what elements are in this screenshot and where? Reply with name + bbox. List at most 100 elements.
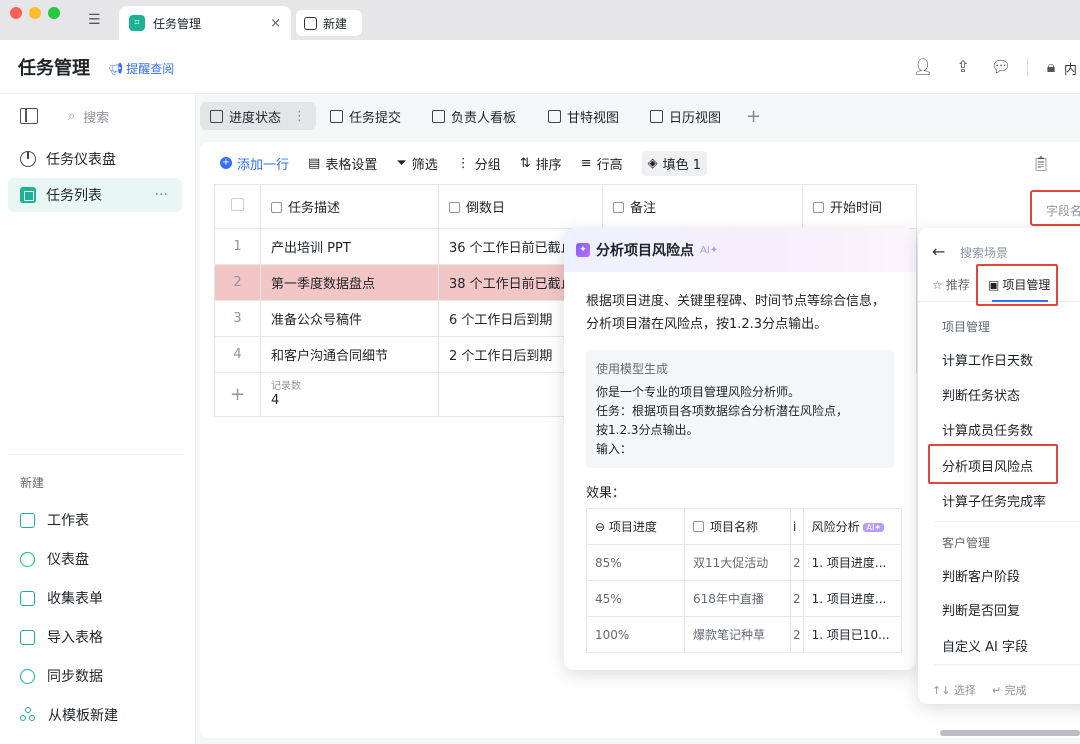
minimize-window-button[interactable] (29, 7, 41, 19)
sidebar-search[interactable]: ⌕ 搜索 (68, 107, 109, 126)
new-form-button[interactable]: 收集表单 (20, 588, 103, 608)
row-height-button[interactable]: ≡ 行高 (581, 154, 623, 173)
remind-button[interactable]: 📢︎ 提醒查阅 (108, 60, 174, 77)
form-icon (20, 590, 35, 606)
cell-desc[interactable]: 第一季度数据盘点 (260, 264, 439, 301)
tab-task-submit[interactable]: 任务提交 (320, 102, 411, 130)
grid-view-icon (210, 109, 223, 123)
share-icon[interactable]: ⇪ (952, 56, 974, 78)
effect-label: 效果： (586, 486, 626, 501)
column-header-note[interactable]: 备注 (602, 184, 803, 229)
scene-item[interactable]: 判断客户阶段 (942, 566, 1020, 585)
window-titlebar: ☰ ⌗ 任务管理 × 新建 (0, 0, 1080, 40)
sync-data-button[interactable]: 同步数据 (20, 666, 103, 686)
progress-field-icon: ⊖ (595, 520, 609, 534)
sidebar: ⌕ 搜索 任务仪表盘 任务列表 ··· 新建 工作表 仪表盘 收集表单 导入表格… (0, 94, 196, 744)
new-dashboard-button[interactable]: 仪表盘 (20, 549, 89, 569)
scene-item[interactable]: 计算成员任务数 (942, 420, 1033, 439)
toolbar-label: 排序 (535, 157, 562, 173)
dashboard-icon (20, 151, 36, 167)
new-item-label: 从模板新建 (48, 708, 118, 724)
permission-label[interactable]: 内 (1064, 59, 1077, 78)
ai-field-preview-popup: ✦ 分析项目风险点 AI✦ 根据项目进度、关键里程碑、时间节点等综合信息，分析项… (564, 228, 916, 670)
cell-desc[interactable]: 和客户沟通合同细节 (260, 336, 439, 373)
tab-label: 任务提交 (349, 110, 402, 126)
add-view-button[interactable]: + (746, 106, 761, 127)
ai-sparkle-icon: ✦ (576, 243, 590, 257)
table-settings-button[interactable]: ▤ 表格设置 (308, 154, 377, 173)
form-view-icon (330, 109, 343, 123)
new-item-label: 工作表 (47, 513, 89, 529)
maximize-window-button[interactable] (48, 7, 60, 19)
select-all-cell[interactable] (214, 184, 261, 229)
more-icon[interactable]: ⋮ (293, 109, 306, 124)
add-member-icon[interactable]: 👤︎ (912, 56, 934, 78)
import-table-button[interactable]: 导入表格 (20, 627, 103, 647)
more-icon[interactable]: ··· (155, 187, 168, 203)
cell-progress: 100% (586, 616, 685, 653)
worksheet-icon (20, 512, 35, 528)
back-arrow-icon[interactable]: ← (932, 242, 945, 261)
column-header-desc[interactable]: 任务描述 (260, 184, 439, 229)
add-row-button[interactable]: + 添加一行 (220, 154, 289, 173)
header-divider (1027, 58, 1028, 76)
filter-icon: ⏷ (396, 155, 407, 171)
column-header-countdown[interactable]: 倒数日 (438, 184, 603, 229)
row-height-icon: ≡ (580, 155, 592, 171)
from-template-button[interactable]: 从模板新建 (20, 705, 118, 725)
checkbox[interactable] (231, 198, 244, 211)
sidebar-item-task-list[interactable]: 任务列表 ··· (8, 178, 182, 212)
fill-color-button[interactable]: ◈ 填色 1 (641, 150, 708, 176)
megaphone-icon: 📢︎ (108, 61, 124, 76)
new-tab-button[interactable]: 新建 (296, 10, 362, 36)
sidebar-toggle-icon[interactable] (20, 108, 38, 124)
kanban-view-icon (432, 109, 445, 123)
paint-bucket-icon: ◈ (647, 155, 658, 171)
row-number: 4 (214, 336, 261, 373)
tab-owner-kanban[interactable]: 负责人看板 (422, 102, 526, 130)
scene-item[interactable]: 计算工作日天数 (942, 350, 1033, 369)
tab-calendar[interactable]: 日历视图 (640, 102, 731, 130)
scene-tab-recommended[interactable]: ☆ 推荐 (932, 276, 970, 293)
cell-hidden: 2 (790, 544, 804, 581)
browser-tab-title: 任务管理 (153, 16, 202, 31)
scene-tabs: ☆ 推荐 ▣ 项目管理 (918, 264, 1080, 306)
tab-gantt[interactable]: 甘特视图 (538, 102, 629, 130)
custom-ai-field-button[interactable]: 自定义 AI 字段 (942, 636, 1028, 655)
tab-label: 负责人看板 (451, 110, 517, 126)
gantt-view-icon (548, 109, 561, 123)
cell-desc[interactable]: 产出培训 PPT (260, 228, 439, 265)
horizontal-scrollbar[interactable] (940, 730, 1080, 736)
group-button[interactable]: ⋮ 分组 (457, 154, 501, 173)
scene-search-input[interactable]: 搜索场景 (960, 244, 1008, 261)
table-toolbar: + 添加一行 ▤ 表格设置 ⏷ 筛选 ⋮ 分组 ⇅ 排序 ≡ 行高 ◈ 填色 1 (200, 142, 1080, 184)
table-header-row: 任务描述 倒数日 备注 开始时间 (214, 184, 917, 229)
scene-divider (934, 664, 1080, 665)
cell-desc[interactable]: 准备公众号稿件 (260, 300, 439, 337)
tab-overview-icon[interactable]: ☰ (88, 12, 108, 30)
column-header-start[interactable]: 开始时间 (802, 184, 917, 229)
scene-item[interactable]: 判断是否回复 (942, 600, 1020, 619)
new-worksheet-button[interactable]: 工作表 (20, 510, 89, 530)
search-icon: ⌕ (68, 109, 76, 124)
import-icon (20, 629, 35, 645)
table-icon (20, 187, 36, 203)
cell-name: 618年中直播 (684, 580, 791, 617)
clipboard-icon[interactable]: 📋︎ (1032, 156, 1050, 172)
row-number: 3 (214, 300, 261, 337)
scene-item[interactable]: 计算子任务完成率 (942, 491, 1046, 510)
lock-icon[interactable]: 🔒︎ (1040, 56, 1062, 78)
sort-button[interactable]: ⇅ 排序 (520, 154, 562, 173)
close-window-button[interactable] (10, 7, 22, 19)
sidebar-item-dashboard[interactable]: 任务仪表盘 (8, 142, 182, 176)
row-number: 2 (214, 264, 261, 301)
scene-item[interactable]: 判断任务状态 (942, 385, 1020, 404)
comment-icon[interactable]: 💬︎ (990, 56, 1012, 78)
tab-progress-status[interactable]: 进度状态 ⋮ (200, 102, 317, 130)
browser-tab-active[interactable]: ⌗ 任务管理 × (119, 6, 291, 40)
filter-button[interactable]: ⏷ 筛选 (396, 154, 437, 173)
add-field-button[interactable]: 字段名 (1030, 190, 1080, 226)
tab-close-icon[interactable]: × (270, 16, 281, 31)
add-record-button[interactable]: + (214, 372, 261, 417)
scene-group-title: 客户管理 (942, 536, 991, 550)
